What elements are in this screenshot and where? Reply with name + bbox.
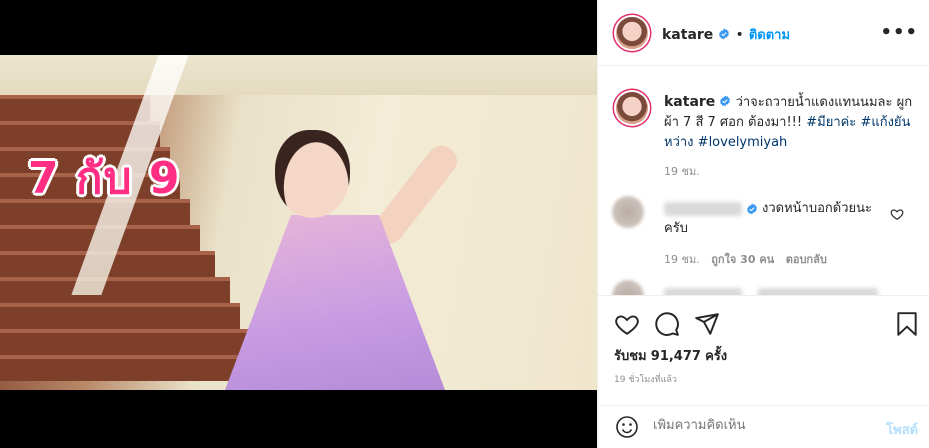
emoji-smiley-icon[interactable] xyxy=(615,415,639,439)
caption-avatar[interactable] xyxy=(616,92,648,124)
video-player[interactable]: 7 กับ 9 xyxy=(0,55,597,390)
commenter-avatar[interactable] xyxy=(612,280,644,295)
comment-time: 19 ชม. xyxy=(664,253,700,266)
comment-reply-button[interactable]: ตอบกลับ xyxy=(786,253,827,266)
share-paper-plane-icon[interactable] xyxy=(694,311,720,337)
video-scene-child xyxy=(215,125,463,390)
add-comment-bar: โพสต์ xyxy=(598,406,929,448)
post-comment-button[interactable]: โพสต์ xyxy=(886,419,918,440)
author-avatar[interactable] xyxy=(616,17,648,49)
video-scene-wall xyxy=(0,55,597,95)
author-username[interactable]: katare xyxy=(662,27,713,43)
comments-section: katare ว่าจะถวายน้ำแดงแทนนมละ ผูกผ้า 7 ส… xyxy=(598,66,929,296)
more-options-button[interactable]: ••• xyxy=(880,22,918,43)
commenter-avatar[interactable] xyxy=(612,196,644,228)
caption-username[interactable]: katare xyxy=(664,94,715,110)
comment-likes[interactable]: ถูกใจ 30 คน xyxy=(711,253,774,266)
post-actions: รับชม 91,477 ครั้ง 19 ชั่วโมงที่แล้ว xyxy=(598,296,929,406)
comment-meta: 19 ชม. ถูกใจ 30 คน ตอบกลับ xyxy=(664,250,827,268)
verified-badge-icon xyxy=(719,28,730,40)
view-count-number: 91,477 xyxy=(650,349,701,364)
media-pane: 7 กับ 9 xyxy=(0,0,597,448)
like-comment-heart-icon[interactable] xyxy=(890,207,904,221)
video-scene-stairs xyxy=(0,95,250,390)
commenter-username-blurred[interactable] xyxy=(664,288,742,295)
hashtag-link[interactable]: #มียาค่ะ xyxy=(806,115,856,130)
verified-badge-icon xyxy=(720,95,731,107)
header-separator: • xyxy=(735,27,744,43)
comment-text-blurred xyxy=(758,288,878,295)
hashtag-link[interactable]: #lovelymiyah xyxy=(698,135,788,150)
view-count[interactable]: รับชม 91,477 ครั้ง xyxy=(614,345,727,366)
post-caption: katare ว่าจะถวายน้ำแดงแทนนมละ ผูกผ้า 7 ส… xyxy=(664,92,914,153)
post-header: katare • ติดตาม ••• xyxy=(598,0,929,66)
post-timestamp[interactable]: 19 ชั่วโมงที่แล้ว xyxy=(614,372,677,386)
comment-bubble-icon[interactable] xyxy=(654,311,680,337)
header-text: katare • ติดตาม xyxy=(662,24,790,45)
save-bookmark-icon[interactable] xyxy=(894,311,920,337)
comment-text: งวดหน้าบอกด้วยนะครับ xyxy=(664,201,873,236)
video-overlay-text: 7 กับ 9 xyxy=(28,153,181,204)
comment-input[interactable] xyxy=(653,418,863,433)
view-count-label: รับชม xyxy=(614,349,647,364)
like-heart-icon[interactable] xyxy=(614,311,640,337)
post-sidebar: katare • ติดตาม ••• katare ว่าจะถวายน้ำแ… xyxy=(597,0,929,448)
follow-button[interactable]: ติดตาม xyxy=(749,28,790,43)
caption-time: 19 ชม. xyxy=(664,165,700,178)
view-count-suffix: ครั้ง xyxy=(705,349,728,364)
